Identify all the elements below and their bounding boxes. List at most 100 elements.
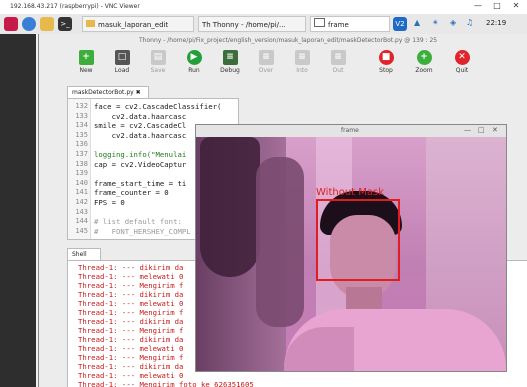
quit-icon: ✕ <box>454 50 470 65</box>
tool-label: Over <box>258 67 274 74</box>
camera-feed: Without Mask <box>196 137 506 371</box>
code-line: frame_start_time = ti <box>94 178 187 188</box>
editor-tab[interactable]: maskDetectorBot.py ✖ <box>67 86 149 98</box>
shell-line: Thread-1: --- dikirim da <box>78 317 184 326</box>
tool-label: Into <box>296 67 308 74</box>
frame-window: frame — □ ✕ Without Mask <box>195 124 507 372</box>
step-out-button[interactable]: ≡ Out <box>321 50 355 82</box>
window-icon <box>314 18 325 27</box>
stop-button[interactable]: ■ Stop <box>369 50 403 82</box>
code-line: frame_counter = 0 <box>94 188 169 198</box>
stop-icon: ■ <box>378 50 394 65</box>
save-icon: ▤ <box>150 50 166 65</box>
folder-icon[interactable] <box>40 17 54 31</box>
shell-line: Thread-1: --- Mengirim f <box>78 326 184 335</box>
task-frame[interactable]: frame <box>310 16 390 32</box>
terminal-icon[interactable]: >_ <box>58 17 72 31</box>
shell-line: Thread-1: --- melewati 0 <box>78 272 184 281</box>
minimize-button[interactable]: — <box>471 1 485 10</box>
task-file-manager[interactable]: masuk_laporan_edit <box>82 16 194 32</box>
zoom-icon: + <box>416 50 432 65</box>
shell-line: Thread-1: --- dikirim da <box>78 263 184 272</box>
code-line: logging.info("Menulai <box>94 150 187 159</box>
save-button[interactable]: ▤ Save <box>141 50 175 82</box>
shell-line: Thread-1: --- melewati 0 <box>78 299 184 308</box>
line-number: 133 <box>75 111 88 120</box>
run-button[interactable]: ▶ Run <box>177 50 211 82</box>
frame-minimize-button[interactable]: — <box>464 126 471 134</box>
bluetooth-icon[interactable]: ✴ <box>432 18 439 27</box>
browser-icon[interactable] <box>22 17 36 31</box>
volume-icon[interactable]: ♫ <box>466 18 473 27</box>
shell-line: Thread-1: --- Mengirim f <box>78 281 184 290</box>
tool-label: Run <box>188 67 200 74</box>
taskbar: >_ masuk_laporan_edit Th Thonny - /home/p… <box>0 14 527 35</box>
line-number: 139 <box>75 169 88 178</box>
code-line: cv2.data.haarcasc <box>94 130 187 140</box>
frame-title: frame <box>341 127 359 134</box>
hanging-cloth <box>256 157 304 327</box>
line-number: 136 <box>75 140 88 149</box>
tool-label: Save <box>150 67 166 74</box>
step-into-icon: ≡ <box>294 50 310 65</box>
bug-icon: ≡ <box>222 50 238 65</box>
tool-label: Quit <box>455 67 469 74</box>
tool-label: New <box>79 67 93 74</box>
plus-icon: + <box>78 50 94 65</box>
remote-desktop: >_ masuk_laporan_edit Th Thonny - /home/p… <box>0 14 527 387</box>
line-number: 142 <box>75 198 88 206</box>
debug-button[interactable]: ≡ Debug <box>213 50 247 82</box>
tool-label: Zoom <box>415 67 433 74</box>
line-number: 141 <box>75 188 88 197</box>
line-number: 137 <box>75 150 88 158</box>
shell-line: Thread-1: --- Mengirim f <box>78 353 184 362</box>
task-thonny[interactable]: Th Thonny - /home/pi/... <box>198 16 306 32</box>
shell-line: Thread-1: --- dikirim da <box>78 335 184 344</box>
code-line: FPS = 0 <box>94 198 125 207</box>
zoom-button[interactable]: + Zoom <box>407 50 441 82</box>
code-line: cv2.data.haarcasc <box>94 111 187 121</box>
step-over-button[interactable]: ≡ Over <box>249 50 283 82</box>
clock: 22:19 <box>486 19 507 27</box>
folder-icon <box>86 20 95 27</box>
tool-label: Out <box>332 67 344 74</box>
load-button[interactable]: □ Load <box>105 50 139 82</box>
eject-icon[interactable]: ▲ <box>414 18 420 27</box>
step-into-button[interactable]: ≡ Into <box>285 50 319 82</box>
detection-label: Without Mask <box>316 187 385 198</box>
thonny-icon: Th <box>202 21 211 29</box>
wifi-icon[interactable]: ◈ <box>450 18 456 27</box>
code-line: cap = cv2.VideoCaptur <box>94 159 187 169</box>
task-label: Thonny - /home/pi/... <box>212 21 286 29</box>
code-line: face = cv2.CascadeClassifier( <box>94 102 222 111</box>
vnc-tray-icon[interactable]: V2 <box>393 17 407 31</box>
line-number: 135 <box>75 130 88 139</box>
maximize-button[interactable]: □ <box>490 1 504 10</box>
quit-button[interactable]: ✕ Quit <box>445 50 479 82</box>
folder-icon: □ <box>114 50 130 65</box>
vnc-window-title: 192.168.43.217 (raspberrypi) - VNC Viewe… <box>10 3 140 10</box>
new-button[interactable]: + New <box>69 50 103 82</box>
code-line: # list default font: <box>94 217 182 227</box>
line-number-gutter: 132 133 134 135 136 137 138 139 140 141 142 143 144 1… <box>68 99 91 239</box>
thonny-toolbar: + New □ Load ▤ Save ▶ Run ≡ Debug ≡ Over <box>39 48 527 82</box>
line-number: 144 <box>75 217 88 226</box>
task-label: frame <box>328 21 349 29</box>
frame-close-button[interactable]: ✕ <box>492 126 498 134</box>
desktop-background <box>0 34 36 387</box>
raspberry-menu-icon[interactable] <box>4 17 18 31</box>
line-number: 145 <box>75 226 88 235</box>
code-line: smile = cv2.CascadeCl <box>94 121 187 131</box>
task-label: masuk_laporan_edit <box>98 21 169 29</box>
hanging-bag <box>200 137 260 277</box>
vnc-title-bar: 192.168.43.217 (raspberrypi) - VNC Viewe… <box>0 0 527 15</box>
detection-bounding-box <box>316 199 400 281</box>
tool-label: Debug <box>220 67 240 74</box>
shell-tab[interactable]: Shell <box>67 248 101 260</box>
thonny-title: Thonny - /home/pi/Fix_project/english_ve… <box>139 37 438 44</box>
frame-maximize-button[interactable]: □ <box>478 126 485 134</box>
line-number: 143 <box>75 207 88 216</box>
step-over-icon: ≡ <box>258 50 274 65</box>
close-button[interactable]: ✕ <box>509 1 523 10</box>
step-out-icon: ≡ <box>330 50 346 65</box>
